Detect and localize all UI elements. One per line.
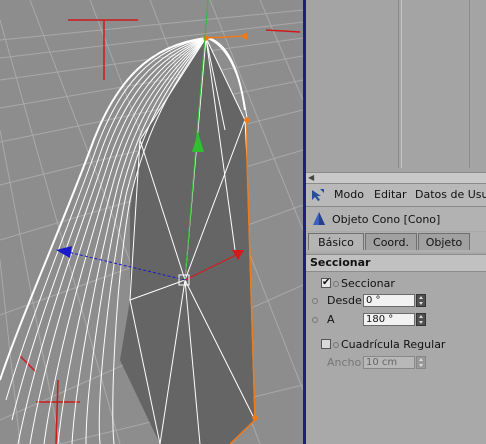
- a-label: A: [327, 313, 335, 326]
- animation-dot-icon[interactable]: [333, 342, 339, 348]
- section-header: Seccionar: [306, 254, 486, 272]
- animation-dot-icon[interactable]: [333, 281, 339, 287]
- object-manager-list[interactable]: [306, 0, 486, 172]
- pointer-arrow-icon[interactable]: [310, 188, 326, 202]
- tab-objeto[interactable]: Objeto: [418, 233, 470, 250]
- animation-dot-icon[interactable]: [312, 317, 318, 323]
- menu-editar[interactable]: Editar: [374, 188, 407, 201]
- seccionar-label: Seccionar: [341, 277, 395, 290]
- ancho-input: 10 cm: [363, 356, 415, 369]
- list-column-divider: [401, 0, 402, 168]
- cone-icon: [313, 212, 325, 225]
- desde-label: Desde: [327, 294, 362, 307]
- section-title: Seccionar: [310, 256, 371, 269]
- 3d-viewport[interactable]: [0, 0, 303, 444]
- attributes-menubar: Modo Editar Datos de Usua: [306, 184, 486, 207]
- attribute-tabs: Básico Coord. Objeto: [306, 232, 486, 252]
- ancho-label: Ancho: [327, 356, 362, 369]
- seccionar-checkbox[interactable]: ✔: [321, 278, 331, 288]
- a-input[interactable]: 180 °: [363, 313, 415, 326]
- tab-coord[interactable]: Coord.: [365, 233, 417, 250]
- list-column-divider: [469, 0, 470, 168]
- desde-input[interactable]: 0 °: [363, 294, 415, 307]
- scroll-left-icon[interactable]: ◀: [308, 174, 314, 182]
- a-stepper[interactable]: [416, 313, 426, 326]
- tab-basico[interactable]: Básico: [308, 233, 364, 250]
- desde-stepper[interactable]: [416, 294, 426, 307]
- animation-dot-icon[interactable]: [312, 298, 318, 304]
- horizontal-scrollbar[interactable]: ◀: [306, 172, 486, 184]
- menu-datos-usuario[interactable]: Datos de Usua: [415, 188, 486, 201]
- viewport-canvas[interactable]: [0, 0, 303, 444]
- cuadricula-regular-label: Cuadrícula Regular: [341, 338, 446, 351]
- object-title: Objeto Cono [Cono]: [332, 213, 441, 226]
- list-column-divider: [398, 0, 399, 168]
- right-panel: ◀ Modo Editar Datos de Usua Objeto Cono …: [306, 0, 486, 444]
- object-title-bar: Objeto Cono [Cono]: [306, 207, 486, 231]
- cuadricula-regular-checkbox[interactable]: [321, 339, 331, 349]
- menu-modo[interactable]: Modo: [334, 188, 364, 201]
- ancho-stepper: [416, 356, 426, 369]
